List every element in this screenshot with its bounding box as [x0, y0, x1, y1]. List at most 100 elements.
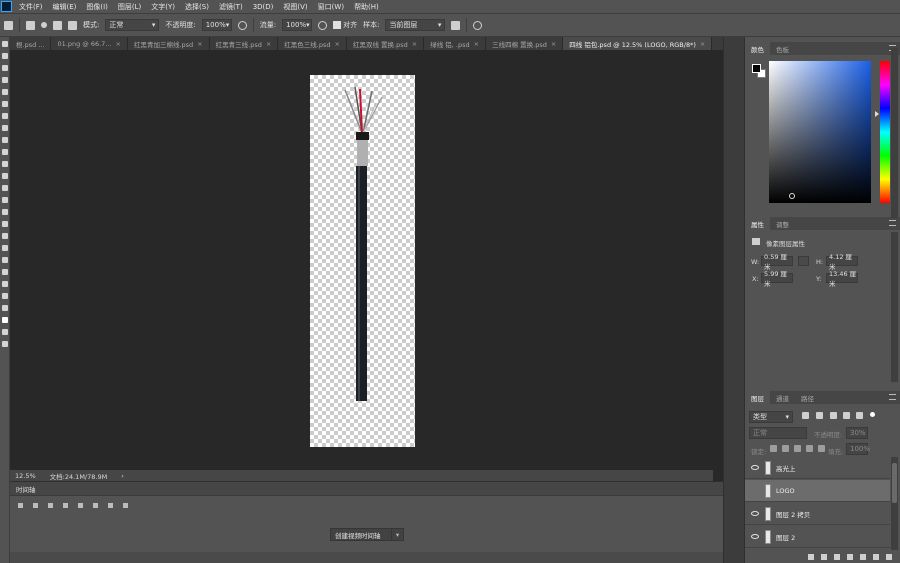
height-field[interactable]: 4.12 厘米: [826, 253, 858, 271]
panel-menu-icon[interactable]: [889, 220, 896, 226]
scrollbar-thumb[interactable]: [892, 463, 897, 503]
pen-tool-icon[interactable]: [1, 221, 8, 227]
close-icon[interactable]: ×: [700, 40, 705, 48]
shape-tool-icon[interactable]: [1, 257, 8, 263]
eye-icon[interactable]: [751, 511, 759, 516]
eraser-tool-icon[interactable]: [1, 173, 8, 179]
type-tool-icon[interactable]: [1, 233, 8, 239]
lock-pixels-icon[interactable]: [782, 445, 789, 452]
audio-icon[interactable]: [78, 503, 83, 508]
menu-image[interactable]: 图像(I): [81, 2, 113, 12]
new-layer-icon[interactable]: [873, 554, 879, 560]
blend-mode-select[interactable]: 正常: [749, 427, 807, 439]
menu-filter[interactable]: 滤镜(T): [214, 2, 248, 12]
stamp-tool-icon[interactable]: [26, 20, 35, 30]
visibility-toggle[interactable]: [751, 488, 759, 493]
lock-artboard-icon[interactable]: [806, 445, 813, 452]
sample-select[interactable]: 当前图层 ▾: [385, 19, 446, 31]
close-icon[interactable]: ×: [551, 40, 556, 48]
layer-filter-select[interactable]: 类型 ▾: [749, 411, 793, 423]
eye-icon[interactable]: [751, 534, 759, 539]
tab-properties[interactable]: 属性: [745, 217, 770, 230]
menu-3d[interactable]: 3D(D): [248, 3, 279, 11]
first-frame-icon[interactable]: [18, 503, 23, 508]
frame-tool-icon[interactable]: [1, 101, 8, 107]
timeline-title[interactable]: 时间轴: [16, 484, 36, 494]
trash-icon[interactable]: [886, 554, 892, 560]
move-tool-icon[interactable]: [1, 41, 8, 47]
flow-field[interactable]: 100% ▾: [282, 19, 313, 31]
filter-adjustment-icon[interactable]: [816, 412, 823, 419]
chevron-right-icon[interactable]: ›: [121, 472, 124, 480]
eyedropper-tool-icon[interactable]: [1, 113, 8, 119]
blur-tool-icon[interactable]: [1, 197, 8, 203]
menu-select[interactable]: 选择(S): [180, 2, 214, 12]
tab-document[interactable]: 红黑青三线.psd ×: [210, 37, 279, 50]
quick-mask-icon[interactable]: [1, 329, 8, 335]
close-icon[interactable]: ×: [197, 40, 202, 48]
brush-tool-icon[interactable]: [1, 137, 8, 143]
color-picker-handle[interactable]: [789, 193, 795, 199]
layer-row[interactable]: 图层 2: [745, 526, 890, 548]
clone-stamp-tool-icon[interactable]: [1, 149, 8, 155]
adjustment-layer-icon[interactable]: [847, 554, 853, 560]
filter-shape-icon[interactable]: [843, 412, 850, 419]
swap-colors-icon[interactable]: [1, 305, 8, 311]
zoom-level[interactable]: 12.5%: [15, 472, 36, 480]
tab-adjustments[interactable]: 调整: [770, 217, 795, 230]
foreground-color-icon[interactable]: [1, 317, 8, 323]
filter-toggle-icon[interactable]: [870, 412, 875, 417]
layer-row-selected[interactable]: LOGO: [745, 480, 890, 502]
filter-pixel-icon[interactable]: [802, 412, 809, 419]
menu-edit[interactable]: 编辑(E): [48, 2, 82, 12]
settings-icon[interactable]: [93, 503, 98, 508]
mode-select[interactable]: 正常 ▾: [105, 19, 160, 31]
tab-layers[interactable]: 图层: [745, 391, 770, 404]
color-scrollbar[interactable]: [891, 48, 898, 218]
crop-tool-icon[interactable]: [1, 89, 8, 95]
prev-frame-icon[interactable]: [33, 503, 38, 508]
link-layers-icon[interactable]: [808, 554, 814, 560]
quick-select-tool-icon[interactable]: [1, 77, 8, 83]
menu-layer[interactable]: 图层(L): [113, 2, 146, 12]
foreground-swatch[interactable]: [752, 64, 761, 73]
transition-icon[interactable]: [123, 503, 128, 508]
opacity-field[interactable]: 100% ▾: [201, 19, 232, 31]
close-icon[interactable]: ×: [116, 40, 121, 48]
menu-view[interactable]: 视图(V): [278, 2, 312, 12]
tab-channels[interactable]: 通道: [770, 391, 795, 404]
hand-tool-icon[interactable]: [1, 269, 8, 275]
hue-slider-handle[interactable]: [875, 111, 879, 117]
lock-all-icon[interactable]: [818, 445, 825, 452]
close-icon[interactable]: ×: [266, 40, 271, 48]
layer-opacity-field[interactable]: 30%: [846, 427, 868, 439]
gradient-tool-icon[interactable]: [1, 185, 8, 191]
eye-icon[interactable]: [751, 465, 759, 470]
lock-transparency-icon[interactable]: [770, 445, 777, 452]
tab-document[interactable]: 绿线 铝, .psd ×: [424, 37, 487, 50]
hue-slider[interactable]: [880, 61, 890, 203]
menu-file[interactable]: 文件(F): [14, 2, 48, 12]
layer-row[interactable]: 图层 2 拷贝: [745, 503, 890, 525]
fx-icon[interactable]: [821, 554, 827, 560]
tab-document[interactable]: 红黑双线 置换.psd ×: [347, 37, 425, 50]
tab-color[interactable]: 颜色: [745, 42, 770, 55]
path-select-tool-icon[interactable]: [1, 245, 8, 251]
tab-document[interactable]: 三线四棉 置换.psd ×: [486, 37, 564, 50]
close-icon[interactable]: ×: [335, 40, 340, 48]
menu-type[interactable]: 文字(Y): [146, 2, 180, 12]
panel-menu-icon[interactable]: [889, 394, 896, 400]
brush-settings-icon[interactable]: [53, 20, 62, 30]
properties-scrollbar[interactable]: [891, 232, 898, 382]
next-frame-icon[interactable]: [63, 503, 68, 508]
document-canvas[interactable]: [310, 75, 415, 447]
close-icon[interactable]: ×: [474, 40, 479, 48]
tab-document-active[interactable]: 四线 铝包.psd @ 12.5% (LOGO, RGB/8*) ×: [563, 37, 713, 50]
tab-document[interactable]: 01.png @ 66.7... ×: [51, 37, 128, 50]
link-icon[interactable]: [798, 256, 809, 266]
pressure-opacity-icon[interactable]: [237, 20, 247, 30]
chevron-down-icon[interactable]: ▾: [391, 528, 403, 541]
photoshop-logo-icon[interactable]: [1, 1, 12, 12]
create-video-timeline-button[interactable]: 创建视频时间轴 ▾: [330, 528, 404, 541]
marquee-tool-icon[interactable]: [1, 53, 8, 59]
